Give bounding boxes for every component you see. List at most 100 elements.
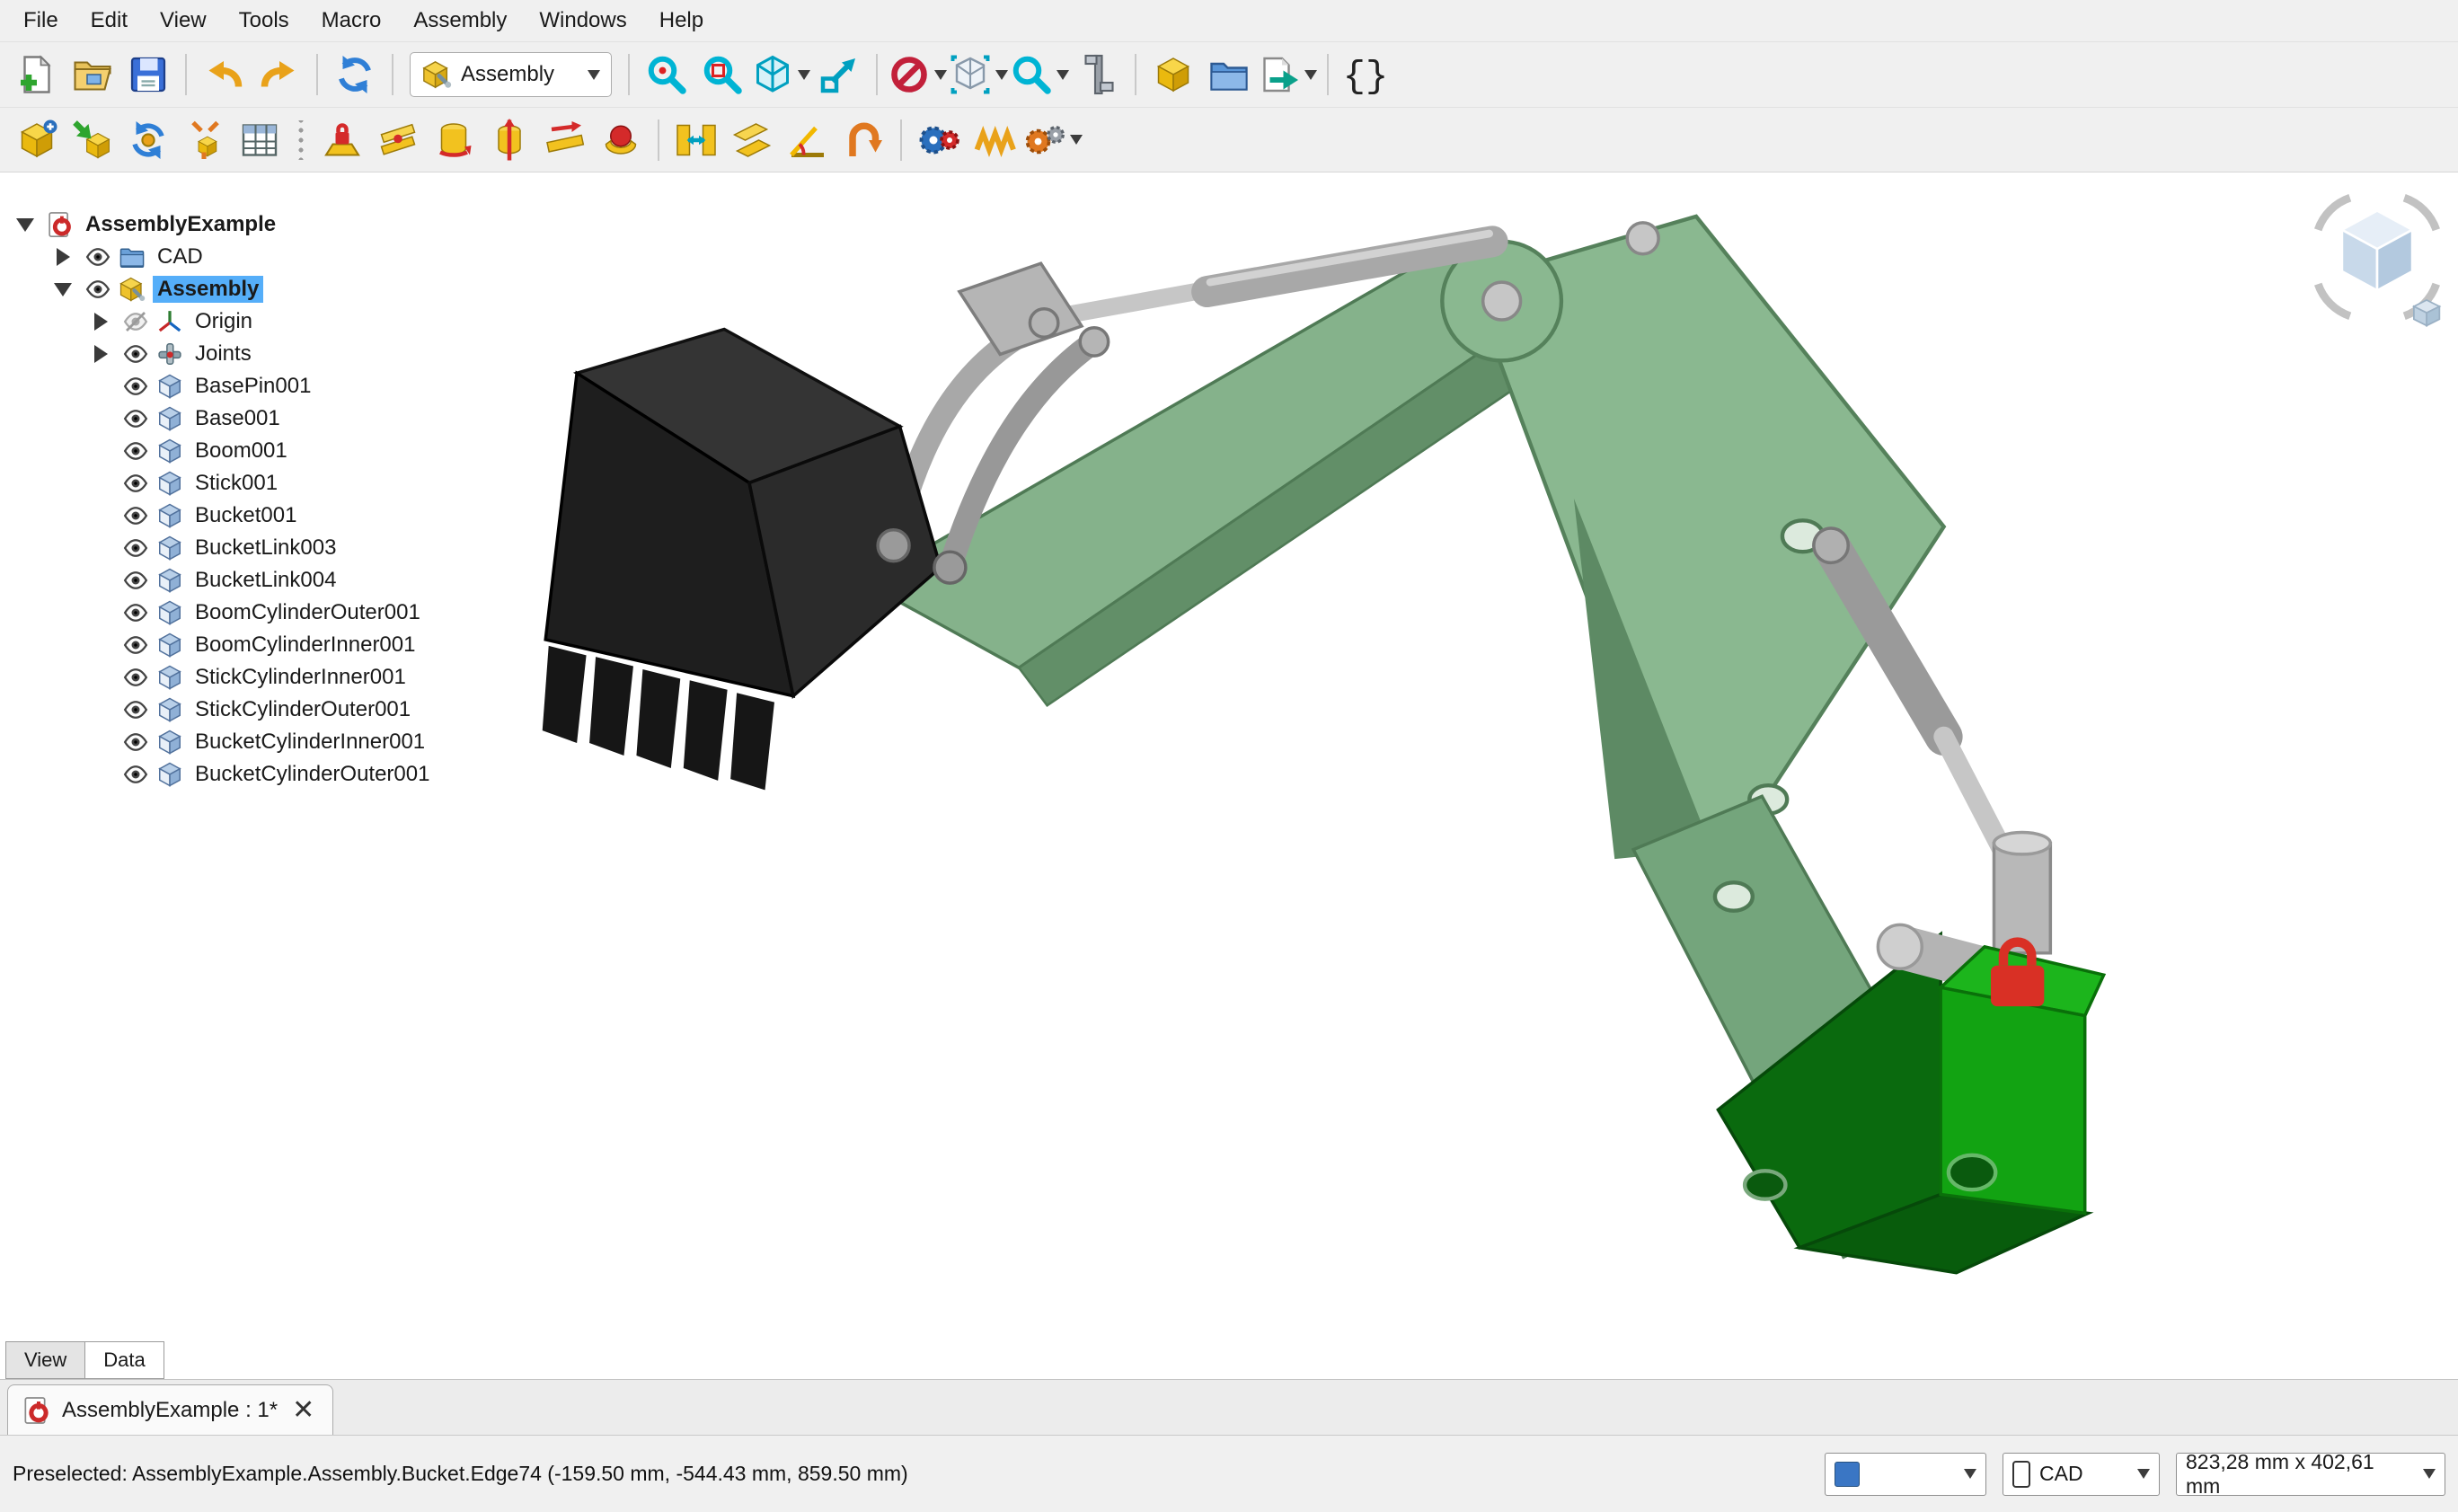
visibility-eye-icon[interactable] [122,664,149,691]
insert-component-button[interactable] [66,113,119,167]
refresh-button[interactable] [328,48,382,102]
joint-gear-belt-button[interactable] [1023,113,1083,167]
visibility-eye-off-icon[interactable] [122,308,149,335]
preselection-status-text: Preselected: AssemblyExample.Assembly.Bu… [13,1462,908,1486]
boom-plate-mesh[interactable] [1442,217,1943,900]
workbench-selector[interactable]: Assembly [410,52,612,97]
visibility-eye-icon[interactable] [122,405,149,432]
expand-arrow-icon[interactable] [11,210,40,239]
close-icon[interactable]: ✕ [288,1397,318,1424]
tree-item-boom001[interactable]: Boom001 [11,435,434,467]
tab-data[interactable]: Data [84,1341,164,1379]
expand-arrow-icon[interactable] [86,340,115,368]
create-part-button[interactable] [1146,48,1200,102]
joint-ball-button[interactable] [594,113,648,167]
grounded-lock-badge[interactable] [1991,966,2044,1006]
joint-perpendicular-button[interactable] [836,113,890,167]
navcube-mini-cube[interactable] [2414,300,2439,325]
axonometric-view-button[interactable] [751,48,810,102]
menu-view[interactable]: View [144,0,223,41]
joint-fixed-button[interactable] [371,113,425,167]
solve-assembly-button[interactable] [121,113,175,167]
navigation-style-combo[interactable] [1825,1453,1986,1496]
joint-cylindrical-button[interactable] [482,113,536,167]
draw-style-button[interactable] [888,48,947,102]
tree-item-assembly[interactable]: Assembly [11,273,434,305]
new-document-button[interactable] [10,48,64,102]
joint-gears-button[interactable] [912,113,966,167]
save-document-button[interactable] [121,48,175,102]
menu-edit[interactable]: Edit [75,0,144,41]
viewport-size-combo[interactable]: 823,28 mm x 402,61 mm [2176,1453,2445,1496]
tab-view[interactable]: View [5,1341,85,1379]
menu-windows[interactable]: Windows [523,0,642,41]
joint-rack-pinion-button[interactable] [968,113,1021,167]
tree-item-base001[interactable]: Base001 [11,402,434,435]
tree-item-boomcylinderouter001[interactable]: BoomCylinderOuter001 [11,597,434,629]
expand-arrow-icon[interactable] [49,275,77,304]
visibility-eye-icon[interactable] [122,438,149,464]
visibility-eye-icon[interactable] [122,340,149,367]
undo-button[interactable] [197,48,251,102]
visibility-eye-icon[interactable] [122,761,149,788]
tree-item-stickcylinderouter001[interactable]: StickCylinderOuter001 [11,694,434,726]
joint-angle-button[interactable] [781,113,835,167]
joint-revolute-button[interactable] [427,113,481,167]
expand-arrow-icon[interactable] [49,243,77,271]
visibility-eye-icon[interactable] [84,276,111,303]
exploded-view-button[interactable] [177,113,231,167]
joint-distance-button[interactable] [669,113,723,167]
navigation-cube[interactable] [2305,185,2449,329]
tree-item-bucketcylinderouter001[interactable]: BucketCylinderOuter001 [11,758,434,791]
create-group-button[interactable] [1202,48,1256,102]
measure-button[interactable] [1071,48,1125,102]
tree-item-label: BoomCylinderOuter001 [190,599,425,626]
visibility-eye-icon[interactable] [122,696,149,723]
tree-item-stick001[interactable]: Stick001 [11,467,434,500]
selection-box-button[interactable] [949,48,1008,102]
tree-item-joints[interactable]: Joints [11,338,434,370]
toolbar-drag-handle[interactable] [296,120,305,160]
visibility-eye-icon[interactable] [122,567,149,594]
expand-arrow-icon[interactable] [86,307,115,336]
bill-of-materials-button[interactable] [233,113,287,167]
visibility-eye-icon[interactable] [84,243,111,270]
menu-assembly[interactable]: Assembly [397,0,523,41]
joint-slider-button[interactable] [538,113,592,167]
sync-view-button[interactable] [812,48,866,102]
document-tab[interactable]: AssemblyExample : 1* ✕ [7,1384,333,1435]
zoom-fit-all-button[interactable] [640,48,694,102]
visibility-eye-icon[interactable] [122,535,149,561]
visibility-eye-icon[interactable] [122,470,149,497]
create-assembly-button[interactable] [10,113,64,167]
tree-item-bucketcylinderinner001[interactable]: BucketCylinderInner001 [11,726,434,758]
visibility-eye-icon[interactable] [122,599,149,626]
open-document-button[interactable] [66,48,119,102]
chevron-down-icon [798,70,810,80]
menu-macro[interactable]: Macro [305,0,398,41]
toggle-grounded-button[interactable] [315,113,369,167]
joint-parallel-button[interactable] [725,113,779,167]
zoom-selection-button[interactable] [695,48,749,102]
tree-item-origin[interactable]: Origin [11,305,434,338]
tree-item-document[interactable]: AssemblyExample [11,208,434,241]
tree-item-boomcylinderinner001[interactable]: BoomCylinderInner001 [11,629,434,661]
export-link-button[interactable] [1258,48,1317,102]
unit-system-combo[interactable]: CAD [2003,1453,2160,1496]
tree-item-basepin001[interactable]: BasePin001 [11,370,434,402]
menu-file[interactable]: File [7,0,75,41]
tree-item-cad[interactable]: CAD [11,241,434,273]
visibility-eye-icon[interactable] [122,373,149,400]
tree-item-bucketlink003[interactable]: BucketLink003 [11,532,434,564]
menu-tools[interactable]: Tools [223,0,305,41]
redo-button[interactable] [252,48,306,102]
visibility-eye-icon[interactable] [122,502,149,529]
menu-help[interactable]: Help [643,0,720,41]
tree-item-bucket001[interactable]: Bucket001 [11,500,434,532]
macro-braces-button[interactable]: {} [1339,48,1393,102]
tree-item-stickcylinderinner001[interactable]: StickCylinderInner001 [11,661,434,694]
visibility-eye-icon[interactable] [122,729,149,756]
tree-item-bucketlink004[interactable]: BucketLink004 [11,564,434,597]
visibility-eye-icon[interactable] [122,632,149,659]
zoom-tools-button[interactable] [1010,48,1069,102]
